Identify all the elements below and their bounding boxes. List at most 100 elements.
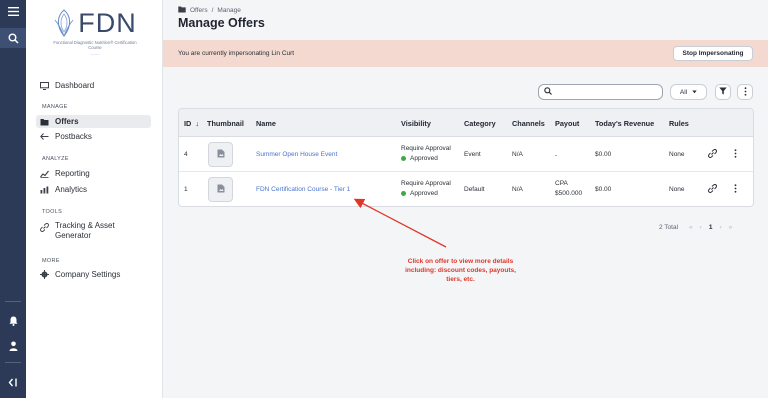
main-content: Offers / Manage Manage Offers You are cu… — [163, 0, 768, 398]
last-page-button[interactable]: » — [729, 224, 733, 231]
sidebar-item-dashboard[interactable]: Dashboard — [36, 79, 151, 92]
brand-tagline: Functional Diagnostic Nutrition® Certifi… — [53, 40, 137, 50]
bell-icon[interactable] — [0, 313, 26, 329]
offer-channels: N/A — [512, 151, 523, 158]
sidebar-item-label: Tracking & Asset Generator — [55, 221, 115, 240]
status-filter-value: All — [679, 88, 688, 96]
sidebar-item-company-settings[interactable]: Company Settings — [36, 268, 151, 281]
icon-rail — [0, 0, 26, 398]
more-options-button[interactable] — [737, 84, 753, 100]
link-icon — [40, 223, 49, 232]
total-count: 2 Total — [659, 224, 679, 231]
sidebar-item-offers[interactable]: Offers — [36, 115, 151, 128]
column-header-revenue[interactable]: Today's Revenue — [595, 119, 654, 128]
sidebar: FDN Functional Diagnostic Nutrition® Cer… — [26, 0, 163, 398]
annotation-callout: Click on offer to view more details incl… — [405, 258, 516, 283]
column-header-name[interactable]: Name — [256, 119, 276, 128]
logo-leaf-icon — [54, 9, 74, 37]
monitor-icon — [40, 81, 49, 90]
folder-icon — [178, 6, 186, 15]
offer-channels: N/A — [512, 186, 523, 193]
offer-thumbnail — [208, 142, 233, 167]
prev-page-button[interactable]: ‹ — [700, 224, 702, 231]
section-label-tools: TOOLS — [42, 209, 63, 215]
rail-divider — [5, 301, 21, 302]
row-kebab-menu-icon[interactable] — [734, 149, 737, 160]
next-page-button[interactable]: › — [719, 224, 721, 231]
page-title: Manage Offers — [178, 16, 265, 30]
search-icon — [544, 87, 552, 97]
table-row[interactable]: 1 FDN Certification Course - Tier 1 Requ… — [179, 172, 753, 206]
brand-name: FDN — [78, 7, 137, 38]
breadcrumb-current: Manage — [217, 7, 241, 14]
search-icon[interactable] — [0, 28, 26, 48]
search-box[interactable] — [538, 84, 663, 100]
gear-icon — [40, 270, 49, 279]
sidebar-item-label: Offers — [55, 117, 79, 126]
current-page[interactable]: 1 — [709, 224, 713, 231]
offer-rules: None — [669, 186, 685, 193]
table-row[interactable]: 4 Summer Open House Event Require Approv… — [179, 137, 753, 172]
status-badge: Approved — [401, 189, 451, 199]
column-header-thumbnail: Thumbnail — [207, 119, 244, 128]
sidebar-item-label: Company Settings — [55, 270, 121, 279]
brand-tiny-text: ——— — [90, 52, 100, 56]
row-kebab-menu-icon[interactable] — [734, 184, 737, 195]
status-badge: Approved — [401, 154, 451, 164]
sidebar-item-label: Reporting — [55, 169, 90, 178]
offer-name-link[interactable]: Summer Open House Event — [256, 151, 337, 158]
brand-logo: FDN Functional Diagnostic Nutrition® Cer… — [50, 6, 140, 68]
collapse-sidebar-icon[interactable] — [0, 374, 26, 390]
offer-category: Default — [464, 186, 485, 193]
sidebar-item-analytics[interactable]: Analytics — [36, 183, 151, 196]
copy-link-icon[interactable] — [708, 183, 717, 195]
impersonation-message: You are currently impersonating Lin Curt — [178, 50, 295, 57]
copy-link-icon[interactable] — [708, 148, 717, 160]
impersonation-banner: You are currently impersonating Lin Curt… — [163, 40, 768, 67]
offers-table: ID ↓ Thumbnail Name Visibility Category … — [178, 108, 754, 207]
first-page-button[interactable]: « — [689, 224, 693, 231]
filter-icon — [719, 87, 727, 97]
pagination: 2 Total « ‹ 1 › » — [659, 224, 732, 231]
table-header: ID ↓ Thumbnail Name Visibility Category … — [179, 109, 753, 137]
folder-icon — [40, 118, 49, 126]
image-placeholder-icon — [217, 149, 225, 160]
offer-revenue: $0.00 — [595, 186, 612, 193]
hamburger-icon[interactable] — [0, 0, 26, 22]
offer-name-link[interactable]: FDN Certification Course - Tier 1 — [256, 186, 350, 193]
offer-visibility: Require Approval Approved — [401, 179, 451, 199]
payout-type: - — [555, 152, 558, 159]
sidebar-item-label: Dashboard — [55, 81, 95, 90]
return-arrow-icon — [40, 133, 49, 140]
column-header-payout[interactable]: Payout — [555, 119, 579, 128]
filter-button[interactable] — [715, 84, 731, 100]
column-header-channels[interactable]: Channels — [512, 119, 545, 128]
sidebar-item-postbacks[interactable]: Postbacks — [36, 130, 151, 143]
payout-amount: $500.000 — [555, 190, 583, 197]
stop-impersonating-button[interactable]: Stop Impersonating — [673, 46, 753, 61]
column-header-id[interactable]: ID ↓ — [184, 119, 199, 128]
breadcrumb: Offers / Manage — [178, 6, 241, 15]
search-input[interactable] — [555, 88, 655, 96]
user-icon[interactable] — [0, 338, 26, 354]
analytics-icon — [40, 186, 49, 194]
visibility-text: Require Approval — [401, 180, 451, 187]
breadcrumb-offers-link[interactable]: Offers — [190, 7, 208, 14]
sidebar-item-label: Postbacks — [55, 132, 92, 141]
offer-revenue: $0.00 — [595, 151, 612, 158]
sort-down-arrow-icon: ↓ — [195, 119, 199, 128]
status-filter-select[interactable]: All — [670, 84, 707, 100]
column-header-visibility[interactable]: Visibility — [401, 119, 431, 128]
section-label-more: MORE — [42, 258, 60, 264]
sidebar-item-reporting[interactable]: Reporting — [36, 167, 151, 180]
visibility-text: Require Approval — [401, 145, 451, 152]
column-header-category[interactable]: Category — [464, 119, 496, 128]
status-dot — [401, 190, 406, 196]
offer-id: 4 — [184, 151, 188, 158]
breadcrumb-separator: / — [211, 7, 214, 14]
image-placeholder-icon — [217, 184, 225, 195]
sidebar-item-tracking[interactable]: Tracking & Asset Generator — [36, 221, 151, 245]
status-dot — [401, 155, 406, 161]
offer-thumbnail — [208, 177, 233, 202]
chevron-down-icon — [692, 89, 697, 96]
